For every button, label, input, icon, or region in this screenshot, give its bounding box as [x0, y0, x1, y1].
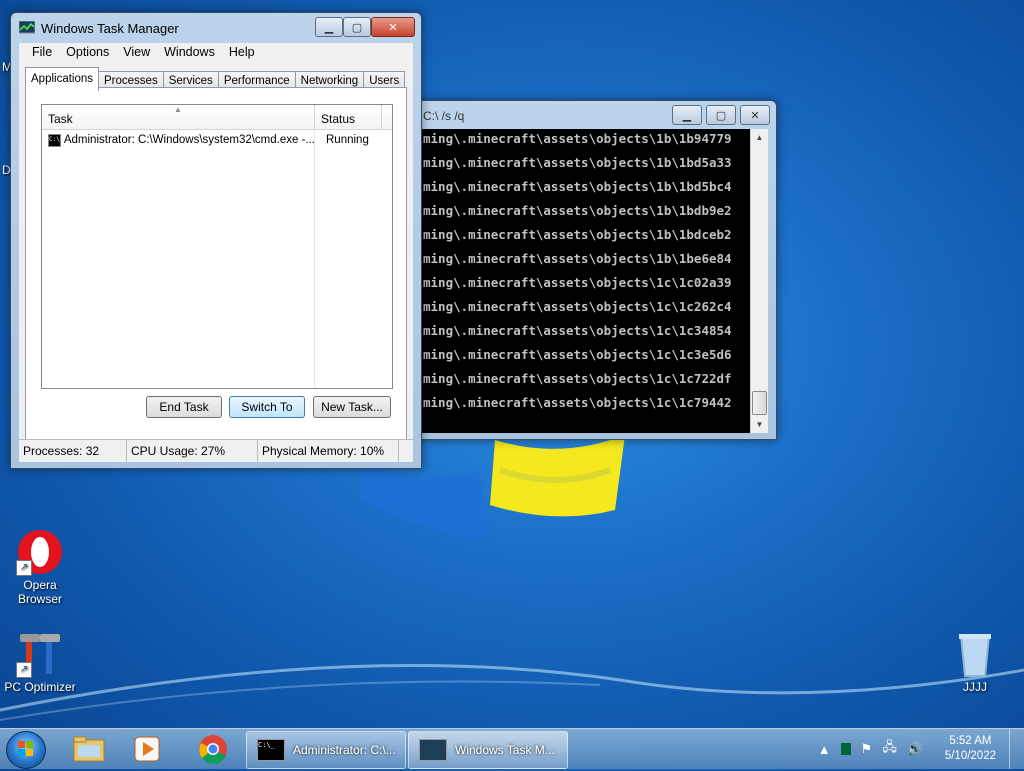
console-line: ming\.minecraft\assets\objects\1c\1c722d… [423, 371, 732, 386]
network-icon[interactable]: 🖧 [882, 738, 897, 760]
window-title: Windows Task Manager [41, 21, 179, 36]
tools-icon: ↗ [16, 630, 64, 678]
task-manager-icon [19, 21, 35, 34]
clock-date: 5/10/2022 [944, 750, 996, 762]
column-divider [314, 129, 315, 388]
network-monitor-icon[interactable] [840, 743, 851, 755]
desktop-icon-label: PC Optimizer [4, 680, 76, 694]
console-line: ming\.minecraft\assets\objects\1b\1bd5a3… [423, 155, 732, 170]
opera-icon: ↗ [16, 528, 64, 576]
menu-windows[interactable]: Windows [157, 43, 222, 63]
task-manager-window[interactable]: Windows Task Manager ▁ ▢ ✕ File Options … [10, 12, 422, 469]
action-center-flag-icon[interactable]: ⚑ [861, 741, 873, 757]
console-line: ming\.minecraft\assets\objects\1c\1c02a3… [423, 275, 732, 290]
console-line: ming\.minecraft\assets\objects\1b\1be6e8… [423, 251, 732, 266]
taskbar-pin-media-player[interactable] [122, 732, 172, 766]
status-cpu-usage: CPU Usage: 27% [127, 440, 258, 462]
task-manager-titlebar[interactable]: Windows Task Manager ▁ ▢ ✕ [11, 13, 421, 43]
show-desktop-button[interactable] [1009, 729, 1024, 769]
close-button[interactable]: ✕ [740, 105, 770, 125]
cmd-window-title: C:\ /s /q [423, 109, 465, 123]
scroll-thumb[interactable] [752, 391, 767, 415]
task-list-header: ▲ Task Status [42, 105, 392, 130]
scroll-up-icon[interactable]: ▲ [751, 129, 768, 146]
new-task-button[interactable]: New Task... [313, 396, 391, 418]
task-manager-client: Applications Processes Services Performa… [19, 63, 413, 462]
console-scrollbar[interactable]: ▲ ▼ [750, 129, 768, 433]
taskbar-pin-explorer[interactable] [64, 732, 114, 766]
maximize-button[interactable]: ▢ [706, 105, 736, 125]
taskbar: C:\_ Administrator: C:\... Windows Task … [0, 728, 1024, 769]
status-processes: Processes: 32 [19, 440, 127, 462]
menu-options[interactable]: Options [59, 43, 116, 63]
cmd-icon: C:\_ [257, 739, 285, 761]
menu-file[interactable]: File [25, 43, 59, 63]
status-physical-memory: Physical Memory: 10% [258, 440, 399, 462]
minimize-button[interactable]: ▁ [315, 17, 343, 37]
system-tray: ▲ ⚑ 🖧 🔊 [813, 729, 928, 769]
console-line: ming\.minecraft\assets\objects\1c\1c3e5d… [423, 347, 732, 362]
caption-buttons: ▁ ▢ ✕ [315, 17, 415, 37]
maximize-button[interactable]: ▢ [343, 17, 371, 37]
column-header-status[interactable]: Status [315, 105, 382, 129]
minimize-button[interactable]: ▁ [672, 105, 702, 125]
start-button[interactable] [6, 731, 46, 769]
tab-applications[interactable]: Applications [25, 67, 100, 91]
end-task-button[interactable]: End Task [146, 396, 222, 418]
chrome-icon [199, 735, 227, 764]
status-bar: Processes: 32 CPU Usage: 27% Physical Me… [19, 439, 413, 462]
console-line: ming\.minecraft\assets\objects\1b\1b9477… [423, 131, 732, 146]
recycle-bin-icon [951, 630, 999, 678]
task-status: Running [326, 134, 369, 146]
console-line: ming\.minecraft\assets\objects\1b\1bd5bc… [423, 179, 732, 194]
menu-help[interactable]: Help [222, 43, 262, 63]
shortcut-arrow-icon: ↗ [16, 662, 32, 678]
cmd-icon: C:\ [48, 133, 61, 147]
wallpaper-swoosh [0, 663, 1024, 721]
console-line: ming\.minecraft\assets\objects\1c\1c262c… [423, 299, 732, 314]
console-line: ming\.minecraft\assets\objects\1b\1bdceb… [423, 227, 732, 242]
console-line: ming\.minecraft\assets\objects\1b\1bdb9e… [423, 203, 732, 218]
applications-tab-page: ▲ Task Status C:\ Administrator: C:\Wind… [25, 87, 407, 449]
console-line: ming\.minecraft\assets\objects\1c\1c7944… [423, 395, 732, 410]
task-name-cell: C:\ Administrator: C:\Windows\system32\c… [42, 130, 314, 150]
clock-time: 5:52 AM [949, 735, 992, 747]
desktop-icon-opera[interactable]: ↗ Opera Browser [0, 528, 80, 606]
taskbar-task-task-manager[interactable]: Windows Task M... [408, 731, 568, 769]
folder-icon [73, 736, 105, 762]
taskbar-task-label: Administrator: C:\... [293, 743, 396, 757]
table-row[interactable]: C:\ Administrator: C:\Windows\system32\c… [42, 130, 392, 150]
show-hidden-icons-icon[interactable]: ▲ [818, 742, 831, 757]
switch-to-button[interactable]: Switch To [229, 396, 305, 418]
system-clock[interactable]: 5:52 AM 5/10/2022 [945, 734, 996, 764]
cmd-caption-buttons: ▁ ▢ ✕ [672, 105, 770, 125]
sort-ascending-icon: ▲ [174, 105, 182, 114]
scroll-down-icon[interactable]: ▼ [751, 416, 768, 433]
windows-logo-icon [18, 741, 33, 756]
console-line: ming\.minecraft\assets\objects\1c\1c3485… [423, 323, 732, 338]
desktop-icon-label: Opera Browser [17, 578, 62, 606]
taskbar-task-cmd[interactable]: C:\_ Administrator: C:\... [246, 731, 406, 769]
task-manager-icon [419, 739, 447, 761]
volume-icon[interactable]: 🔊 [907, 741, 923, 757]
menu-view[interactable]: View [116, 43, 157, 63]
desktop-icon-pc-optimizer[interactable]: ↗ PC Optimizer [0, 630, 80, 694]
close-button[interactable]: ✕ [371, 17, 415, 37]
desktop-icon-recycle-bin[interactable]: JJJJ [935, 630, 1015, 694]
media-player-icon [134, 736, 160, 762]
shortcut-arrow-icon: ↗ [16, 560, 32, 576]
task-name: Administrator: C:\Windows\system32\cmd.e… [63, 134, 314, 146]
taskbar-pin-chrome[interactable] [188, 732, 238, 766]
console-output[interactable]: ming\.minecraft\assets\objects\1b\1b9477… [421, 129, 750, 433]
taskbar-task-label: Windows Task M... [455, 743, 555, 757]
task-list[interactable]: ▲ Task Status C:\ Administrator: C:\Wind… [41, 104, 393, 389]
desktop-icon-label: JJJJ [963, 680, 987, 694]
menu-bar: File Options View Windows Help [19, 43, 413, 63]
